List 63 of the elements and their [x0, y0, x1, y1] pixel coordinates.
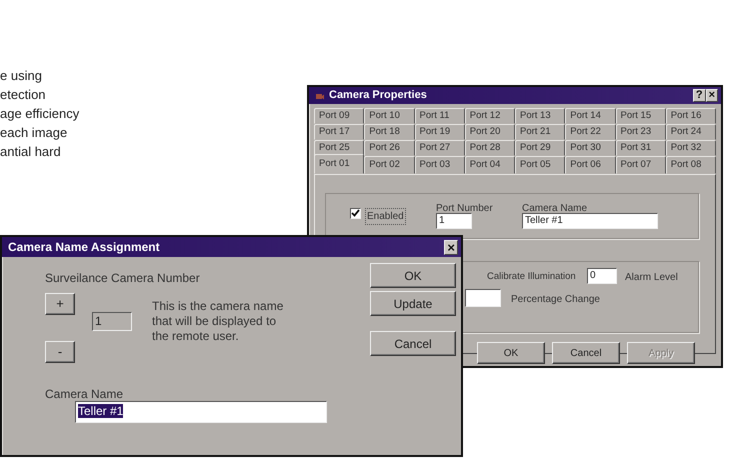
tab[interactable]: Port 18 — [364, 124, 414, 140]
body-text: antial hard — [0, 144, 62, 160]
tab[interactable]: Port 27 — [414, 140, 465, 156]
tab[interactable]: Port 28 — [464, 140, 515, 156]
field-label: Camera Name — [45, 386, 124, 403]
tab[interactable]: Port 14 — [565, 108, 616, 124]
input-field[interactable] — [465, 289, 501, 307]
tab[interactable]: Port 17 — [314, 124, 364, 140]
decrement-button[interactable]: - — [45, 341, 75, 363]
tab[interactable]: Port 15 — [616, 108, 666, 124]
tab[interactable]: Port 21 — [515, 124, 566, 140]
tab[interactable]: Port 04 — [464, 156, 515, 174]
help-button[interactable]: ? — [692, 89, 706, 102]
field-label: Port Number — [436, 202, 493, 216]
tab[interactable]: Port 31 — [616, 140, 666, 156]
tab[interactable]: Port 26 — [364, 140, 414, 156]
tab[interactable]: Port 30 — [565, 140, 616, 156]
dialog-button[interactable]: OK — [370, 263, 456, 288]
description-text: This is the camera name that will be displayed to the remote user. — [152, 299, 284, 344]
tab[interactable]: Port 09 — [314, 108, 364, 124]
tab[interactable]: Port 20 — [464, 124, 515, 140]
dialog-button[interactable]: OK — [477, 342, 545, 364]
field-label: Camera Name — [522, 202, 588, 216]
tab[interactable]: Port 10 — [364, 108, 414, 124]
input-field[interactable]: 0 — [587, 268, 617, 284]
tab[interactable]: Port 02 — [364, 156, 414, 174]
window-title: Camera Properties — [329, 88, 427, 104]
tab[interactable]: Port 06 — [565, 156, 616, 174]
tab[interactable]: Port 03 — [414, 156, 465, 174]
tab[interactable]: Port 01 — [314, 154, 364, 174]
tab[interactable]: Port 16 — [666, 108, 716, 124]
checkbox-label: Calibrate Illumination — [487, 270, 576, 284]
input-field[interactable]: Teller #1 — [522, 213, 658, 229]
tab[interactable]: Port 08 — [666, 156, 716, 174]
tab[interactable]: Port 12 — [464, 108, 515, 124]
body-text: etection — [0, 87, 47, 103]
tab[interactable]: Port 05 — [515, 156, 566, 174]
tab[interactable]: Port 23 — [616, 124, 666, 140]
dialog-button[interactable]: Cancel — [552, 342, 620, 364]
dialog-button[interactable]: Cancel — [370, 331, 456, 356]
close-button[interactable]: × — [706, 89, 718, 102]
tab[interactable]: Port 29 — [515, 140, 566, 156]
input-field[interactable]: Teller #1 — [75, 401, 327, 423]
checkbox-label: Enabled — [365, 208, 406, 225]
increment-button[interactable]: + — [45, 293, 75, 315]
tab[interactable]: Port 19 — [414, 124, 465, 140]
tab[interactable]: Port 13 — [515, 108, 566, 124]
window-title: Camera Name Assignment — [8, 239, 160, 256]
field-label: Percentage Change — [511, 293, 600, 307]
body-text: age efficiency — [0, 106, 80, 122]
body-text: e using — [0, 68, 43, 84]
tab[interactable]: Port 11 — [414, 108, 465, 124]
body-text: each image — [0, 125, 68, 141]
field-label: Alarm Level — [625, 271, 678, 285]
tab[interactable]: Port 32 — [666, 140, 716, 156]
tab[interactable]: Port 07 — [616, 156, 666, 174]
checkbox[interactable] — [350, 208, 361, 219]
tab[interactable]: Port 22 — [565, 124, 616, 140]
dialog-button[interactable]: Update — [370, 291, 456, 316]
tab[interactable]: Port 24 — [666, 124, 716, 140]
close-button[interactable]: × — [444, 240, 458, 254]
field-label: Surveilance Camera Number — [45, 270, 200, 287]
input-field[interactable]: 1 — [436, 213, 472, 229]
